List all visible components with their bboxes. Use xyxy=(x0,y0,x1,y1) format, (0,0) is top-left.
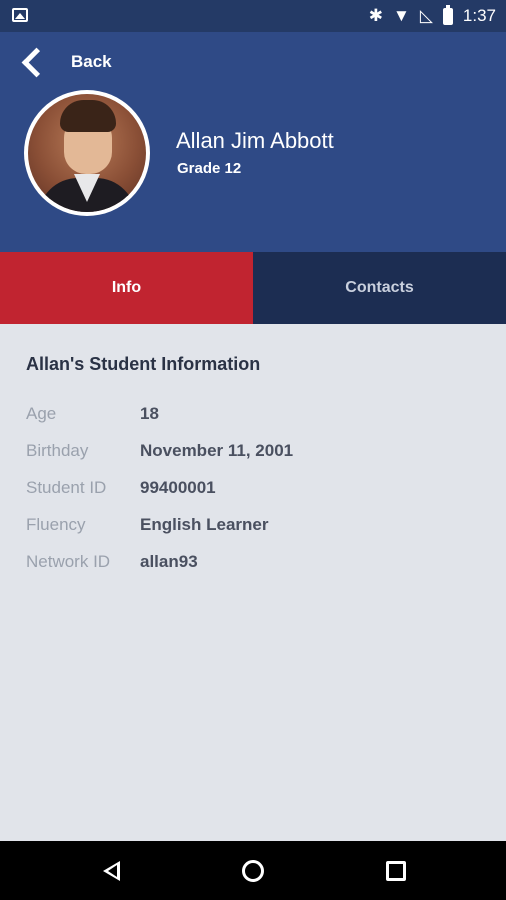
nav-back-icon[interactable] xyxy=(103,861,120,881)
chevron-left-icon xyxy=(21,47,52,77)
profile-header: Back Allan Jim Abbott Grade 12 xyxy=(0,32,506,252)
status-time: 1:37 xyxy=(462,6,496,25)
status-icons: ✱ ▼ ◺ 1:37 xyxy=(369,0,496,32)
battery-icon xyxy=(442,4,453,25)
wifi-icon: ▼ xyxy=(393,6,410,25)
info-value: allan93 xyxy=(140,552,198,571)
student-avatar xyxy=(24,90,150,216)
student-name: Allan Jim Abbott xyxy=(176,128,334,153)
tab-bar: Info Contacts xyxy=(0,252,506,324)
no-signal-icon: ◺ xyxy=(419,6,433,25)
image-notification-icon xyxy=(12,8,28,22)
info-label: Birthday xyxy=(26,441,89,460)
student-photo xyxy=(28,94,146,212)
info-label: Student ID xyxy=(26,478,107,497)
info-label: Age xyxy=(26,404,57,423)
info-value: November 11, 2001 xyxy=(140,441,294,460)
info-value: 99400001 xyxy=(140,478,216,497)
status-bar: ✱ ▼ ◺ 1:37 xyxy=(0,0,506,32)
info-value: 18 xyxy=(140,404,159,423)
student-info-panel: Allan's Student Information Age 18 Birth… xyxy=(0,324,506,841)
student-grade: Grade 12 xyxy=(177,160,242,177)
back-label: Back xyxy=(71,52,112,71)
info-label: Network ID xyxy=(26,552,111,571)
info-value: English Learner xyxy=(140,515,269,534)
nav-home-icon[interactable] xyxy=(242,860,264,882)
bluetooth-icon: ✱ xyxy=(368,6,383,25)
tab-info[interactable]: Info xyxy=(0,252,253,324)
back-button[interactable]: Back xyxy=(18,42,112,82)
info-label: Fluency xyxy=(26,515,86,534)
system-nav-bar xyxy=(0,841,506,900)
tab-contacts[interactable]: Contacts xyxy=(253,252,506,324)
nav-recent-apps-icon[interactable] xyxy=(386,861,406,881)
section-title: Allan's Student Information xyxy=(26,354,261,374)
